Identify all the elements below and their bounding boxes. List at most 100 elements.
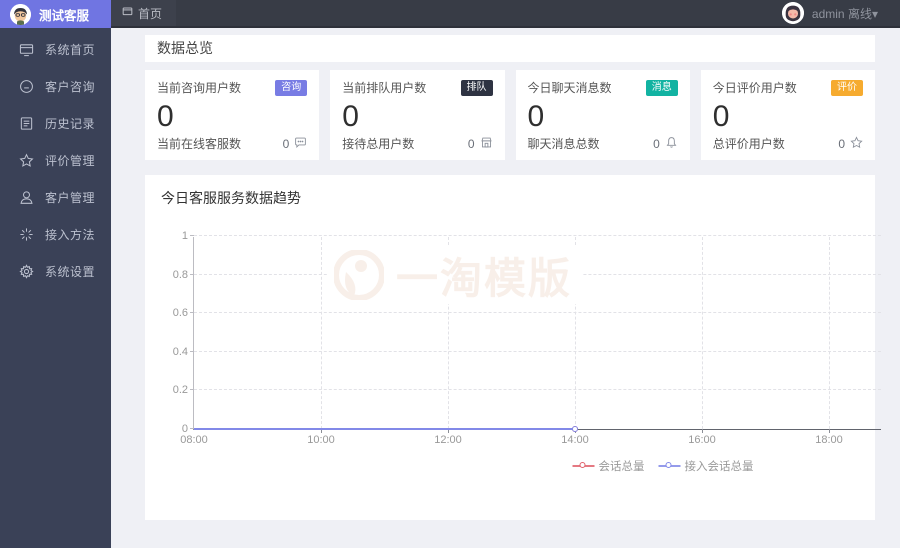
chevron-down-icon: ▾ <box>871 6 878 21</box>
card-badge: 咨询 <box>275 79 308 96</box>
plugin-icon <box>19 227 34 242</box>
sidebar-item-label: 系统首页 <box>45 43 96 57</box>
user-status: 离线 <box>847 6 872 21</box>
legend-item[interactable]: 接入会话总量 <box>658 458 754 474</box>
y-axis-tick-label: 0.8 <box>172 268 188 281</box>
card-label: 当前排队用户数 <box>342 81 427 95</box>
card-sub-label: 当前在线客服数 <box>157 137 242 151</box>
card-sub-value: 0 <box>467 136 475 151</box>
stat-card-0: 当前咨询用户数 咨询 0 当前在线客服数 0 <box>145 70 320 160</box>
series-end-marker <box>572 426 578 432</box>
y-axis-tick <box>190 350 194 352</box>
y-axis-tick-label: 0.4 <box>172 345 188 358</box>
user-dropdown[interactable]: admin 离线▾ <box>781 2 900 24</box>
sidebar-item-review[interactable]: 评价管理 <box>0 142 111 179</box>
home-tab-icon <box>122 6 133 20</box>
bell-icon <box>665 136 678 152</box>
card-label: 今日评价用户数 <box>712 81 797 95</box>
card-badge: 评价 <box>831 79 863 96</box>
stat-cards-row: 当前咨询用户数 咨询 0 当前在线客服数 0 当前排队用户数 排队 0 接待总用户数 0 今日聊天消… <box>145 70 875 160</box>
stat-card-3: 今日评价用户数 评价 0 总评价用户数 0 <box>700 70 875 160</box>
shop-icon <box>480 136 493 152</box>
sidebar-item-home[interactable]: 系统首页 <box>0 31 111 68</box>
card-value: 0 <box>157 100 174 133</box>
chat-icon <box>294 136 307 152</box>
y-axis-tick-label: 0.2 <box>172 384 188 397</box>
star-icon <box>19 153 34 168</box>
legend-item[interactable]: 会话总量 <box>572 458 645 474</box>
legend-label: 接入会话总量 <box>684 461 754 473</box>
card-badge: 消息 <box>645 79 678 96</box>
y-axis-tick-label: 0.6 <box>172 307 188 320</box>
user-name: admin <box>811 6 845 21</box>
y-gridline <box>194 312 881 314</box>
x-axis-tick <box>829 429 830 433</box>
y-axis-tick <box>190 273 194 275</box>
card-sub-value: 0 <box>653 136 660 151</box>
x-axis-tick-label: 16:00 <box>688 434 716 446</box>
y-axis-tick <box>190 389 194 391</box>
chart-title: 今日客服服务数据趋势 <box>161 190 301 206</box>
card-label: 当前咨询用户数 <box>157 81 242 95</box>
card-value: 0 <box>527 100 545 133</box>
sidebar-item-settings[interactable]: 系统设置 <box>0 253 111 290</box>
x-gridline <box>448 237 449 429</box>
y-gridline <box>194 235 881 236</box>
document-icon <box>19 116 34 131</box>
legend-line-marker-icon <box>658 462 681 470</box>
smiley-icon <box>19 79 34 94</box>
sidebar-item-customer[interactable]: 客户管理 <box>0 179 111 216</box>
card-value: 0 <box>712 100 730 133</box>
star-outline-icon <box>850 135 863 152</box>
sidebar-item-label: 客户咨询 <box>45 80 96 94</box>
chart-legend: 会话总量 接入会话总量 <box>572 458 754 474</box>
app-title: 测试客服 <box>39 8 90 23</box>
sidebar-item-label: 客户管理 <box>45 191 96 205</box>
sidebar-item-consult[interactable]: 客户咨询 <box>0 68 111 105</box>
y-gridline <box>194 350 881 352</box>
sidebar-item-label: 评价管理 <box>45 154 96 168</box>
card-label: 今日聊天消息数 <box>527 81 612 95</box>
sidebar-menu: 系统首页客户咨询历史记录评价管理客户管理接入方法系统设置 <box>0 28 111 290</box>
x-axis-tick-label: 14:00 <box>561 434 589 446</box>
x-gridline <box>575 237 576 429</box>
user-name-status: admin 离线▾ <box>812 5 878 22</box>
sidebar-item-label: 历史记录 <box>45 117 96 131</box>
card-sub-value: 0 <box>838 136 845 151</box>
sidebar-item-history[interactable]: 历史记录 <box>0 105 111 142</box>
stat-card-1: 当前排队用户数 排队 0 接待总用户数 0 <box>330 70 505 160</box>
sidebar: 测试客服 系统首页客户咨询历史记录评价管理客户管理接入方法系统设置 <box>0 0 111 548</box>
x-gridline <box>321 237 322 429</box>
card-sub-value: 0 <box>282 136 290 151</box>
x-axis-tick <box>702 429 703 433</box>
chart-panel: 今日客服服务数据趋势 0 0.2 0.4 0.6 0.8 1 08:00 10:00 12:00… <box>145 175 881 520</box>
tab-home-label: 首页 <box>138 6 163 21</box>
legend-line-marker-icon <box>572 462 595 470</box>
logo-avatar <box>10 3 31 25</box>
y-gridline <box>194 389 881 391</box>
sidebar-item-label: 接入方法 <box>45 228 96 242</box>
gear-icon <box>19 264 34 279</box>
topbar: 首页 admin 离线▾ <box>111 0 900 28</box>
user-icon <box>19 190 34 205</box>
tab-home[interactable]: 首页 <box>111 0 177 26</box>
line-chart-plot: 0 0.2 0.4 0.6 0.8 1 08:00 10:00 12:00 14:00 16:00 1… <box>173 230 881 446</box>
logo[interactable]: 测试客服 <box>0 0 111 28</box>
card-sub-label: 总评价用户数 <box>712 137 785 151</box>
x-axis-tick-label: 10:00 <box>307 434 335 446</box>
desktop-icon <box>19 42 34 57</box>
card-sub-label: 聊天消息总数 <box>527 137 600 151</box>
series-line <box>194 428 575 430</box>
legend-label: 会话总量 <box>598 461 645 473</box>
x-axis-tick-label: 08:00 <box>180 434 208 446</box>
x-gridline <box>702 237 703 429</box>
y-gridline <box>194 273 881 275</box>
y-axis-tick-label: 1 <box>181 230 188 242</box>
x-axis-tick-label: 12:00 <box>434 434 462 446</box>
y-axis-tick <box>190 235 194 236</box>
x-axis-tick-label: 18:00 <box>815 434 843 446</box>
card-badge: 排队 <box>460 79 493 96</box>
stat-card-2: 今日聊天消息数 消息 0 聊天消息总数 0 <box>515 70 690 160</box>
sidebar-item-access[interactable]: 接入方法 <box>0 216 111 253</box>
main-content: 数据总览 当前咨询用户数 咨询 0 当前在线客服数 0 当前排队用户数 排队 0 接待总用户数 0… <box>111 28 900 548</box>
